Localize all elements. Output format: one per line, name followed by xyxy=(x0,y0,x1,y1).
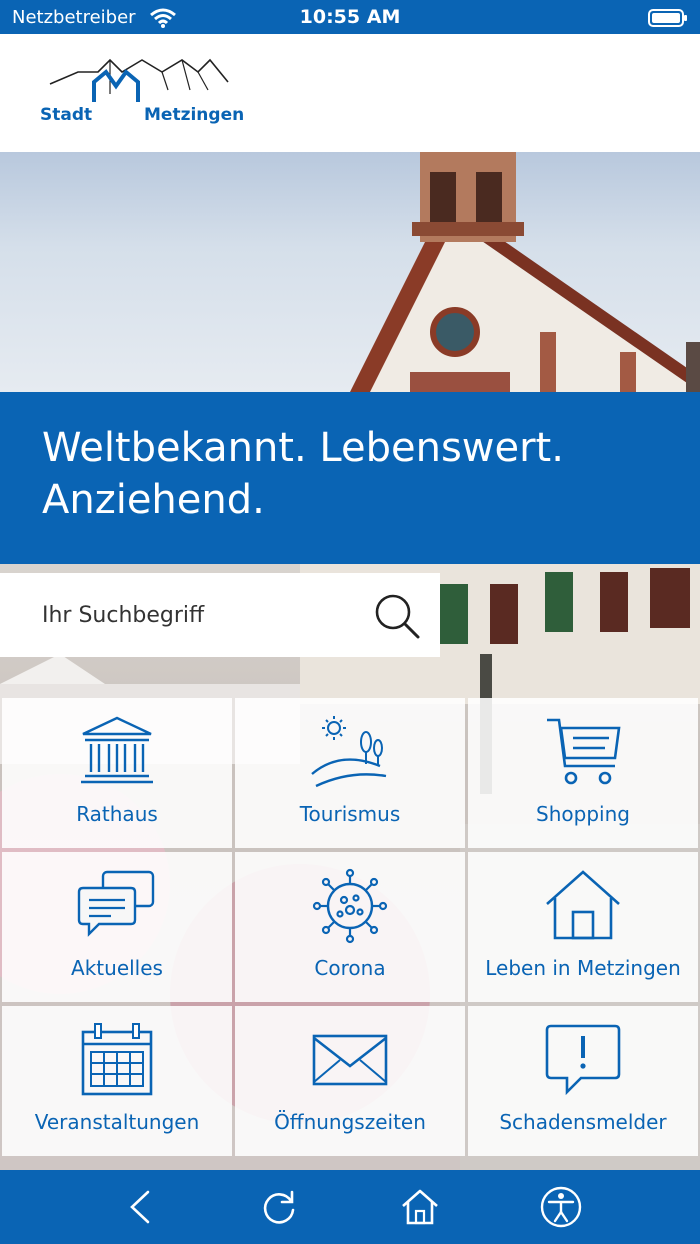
envelope-icon xyxy=(312,1034,388,1086)
tile-label: Corona xyxy=(314,956,386,980)
tile-aktuelles[interactable]: Aktuelles xyxy=(2,852,232,1002)
tile-label: Aktuelles xyxy=(71,956,163,980)
tile-corona[interactable]: Corona xyxy=(235,852,465,1002)
logo-text-stadt: Stadt xyxy=(40,105,93,125)
alert-bubble-icon xyxy=(545,1024,621,1096)
virus-icon xyxy=(312,868,388,944)
app-header: Stadt Metzingen xyxy=(0,34,700,152)
tile-label: Leben in Metzingen xyxy=(485,956,681,980)
house-icon xyxy=(546,870,620,940)
search-icon[interactable] xyxy=(372,591,422,641)
tile-rathaus[interactable]: Rathaus xyxy=(2,698,232,848)
chat-bubbles-icon xyxy=(77,870,155,937)
calendar-icon xyxy=(81,1023,153,1096)
cart-icon xyxy=(547,718,621,785)
tile-shopping[interactable]: Shopping xyxy=(468,698,698,848)
home-icon[interactable] xyxy=(397,1184,443,1230)
tile-label: Öffnungszeiten xyxy=(274,1110,426,1134)
status-bar: Netzbetreiber 10:55 AM xyxy=(0,0,700,34)
back-icon[interactable] xyxy=(118,1184,164,1230)
reload-icon[interactable] xyxy=(256,1184,302,1230)
tile-tourismus[interactable]: Tourismus xyxy=(235,698,465,848)
tile-label: Tourismus xyxy=(299,802,401,826)
search-bar xyxy=(0,573,440,657)
accessibility-icon[interactable] xyxy=(538,1184,584,1230)
tile-label: Shopping xyxy=(536,802,630,826)
status-time: 10:55 AM xyxy=(299,6,401,28)
town-hall-icon xyxy=(81,716,153,784)
search-input[interactable] xyxy=(42,597,342,633)
slogan-banner: Weltbekannt. Lebenswert. Anziehend. xyxy=(0,392,700,564)
hero-image xyxy=(0,152,700,392)
slogan-line-1: Weltbekannt. Lebenswert. xyxy=(42,425,564,471)
city-logo[interactable]: Stadt Metzingen xyxy=(38,54,258,130)
battery-icon xyxy=(648,9,687,27)
tile-label: Schadensmelder xyxy=(499,1110,667,1134)
slogan-line-2: Anziehend. xyxy=(42,477,265,523)
tile-leben-in-metzingen[interactable]: Leben in Metzingen xyxy=(468,852,698,1002)
landscape-icon xyxy=(311,716,387,788)
tile-label: Rathaus xyxy=(76,802,158,826)
rooftops-logo-icon xyxy=(49,58,229,102)
tile-veranstaltungen[interactable]: Veranstaltungen xyxy=(2,1006,232,1156)
town-hall-photo xyxy=(350,152,700,392)
logo-text-metzingen: Metzingen xyxy=(144,105,245,125)
tile-schadensmelder[interactable]: Schadensmelder xyxy=(468,1006,698,1156)
slogan-text: Weltbekannt. Lebenswert. Anziehend. xyxy=(42,422,682,526)
bottom-nav-bar xyxy=(0,1170,700,1244)
tile-oeffnungszeiten[interactable]: Öffnungszeiten xyxy=(235,1006,465,1156)
tile-label: Veranstaltungen xyxy=(34,1110,200,1134)
